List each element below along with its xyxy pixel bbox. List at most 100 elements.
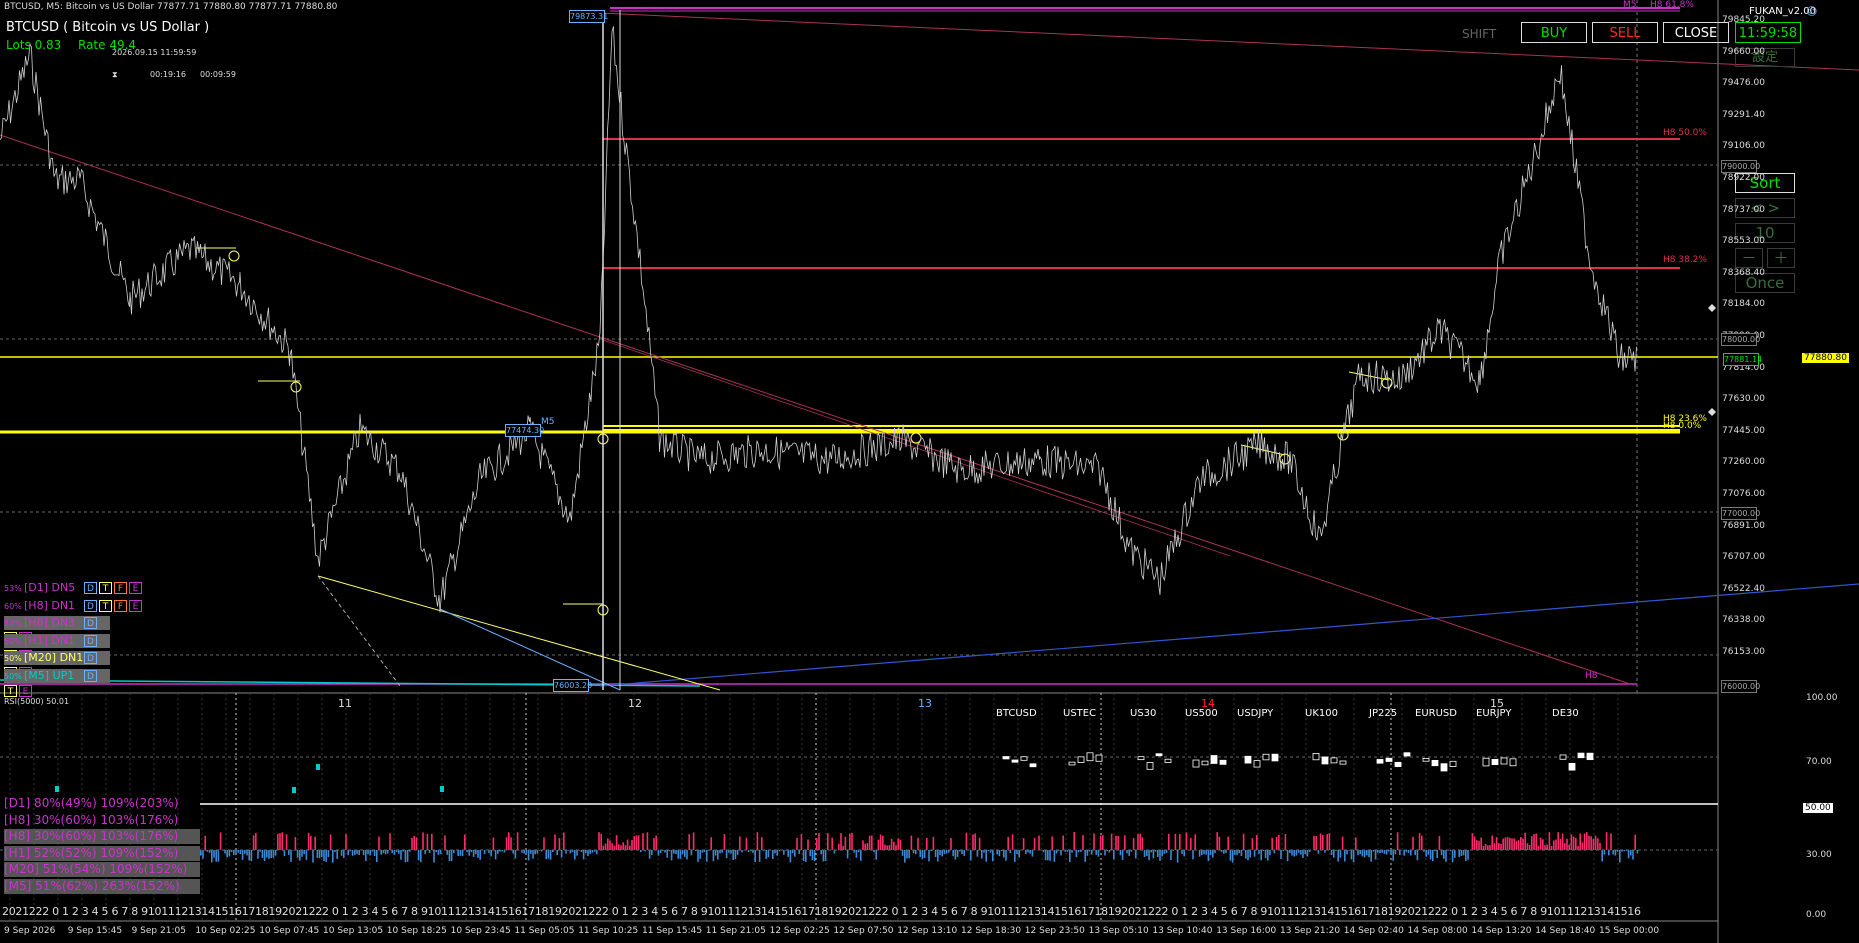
symbol-label[interactable]: US500: [1185, 708, 1218, 719]
rsi-bar: [439, 850, 442, 854]
rsi-bar: [1416, 850, 1419, 861]
symbol-label[interactable]: USDJPY: [1237, 708, 1273, 719]
rsi-bar: [888, 845, 891, 850]
rsi-bar: [635, 835, 638, 850]
buy-button[interactable]: BUY: [1521, 22, 1587, 43]
trend-box-e[interactable]: E: [129, 582, 142, 594]
perf-row: [D1] 80%(49%) 109%(203%): [4, 796, 179, 810]
rsi-bar: [1304, 850, 1306, 854]
rsi-bar: [1256, 834, 1258, 850]
rsi-bar: [756, 832, 759, 850]
symbol-label[interactable]: UK100: [1305, 708, 1338, 719]
rsi-bar: [824, 850, 827, 861]
trend-box-t[interactable]: T: [99, 582, 112, 594]
close-button[interactable]: CLOSE: [1663, 22, 1729, 43]
rsi-bar: [211, 850, 213, 863]
time-axis-label: 14 Sep 02:40: [1343, 926, 1404, 936]
symbol-label[interactable]: JP225: [1369, 708, 1397, 719]
mini-candle: [1385, 757, 1393, 762]
trend-pct: 53%: [4, 584, 22, 593]
symbol-label[interactable]: US30: [1130, 708, 1156, 719]
rsi-bar: [464, 834, 466, 850]
trend-box-t[interactable]: T: [4, 684, 17, 697]
rsi-bar: [1374, 850, 1377, 860]
plus-button[interactable]: ＋: [1767, 248, 1795, 268]
rsi-bar: [1291, 850, 1293, 856]
trend-box-d[interactable]: D: [84, 599, 97, 612]
fib-h8-38: H8 38.2%: [1663, 255, 1707, 265]
trend-box-t[interactable]: T: [99, 599, 112, 612]
rsi-bar: [576, 850, 578, 856]
trend-box-e[interactable]: E: [19, 684, 32, 697]
rsi-bar: [778, 850, 781, 852]
rsi-bar: [246, 850, 248, 856]
rsi-bar: [758, 850, 761, 862]
chart-canvas[interactable]: [0, 0, 1859, 943]
rsi-bar: [875, 850, 877, 860]
rsi-bar: [1337, 850, 1339, 862]
trend-box-d[interactable]: D: [84, 617, 97, 629]
rsi-bar: [1313, 835, 1315, 850]
rsi-bar: [890, 838, 893, 850]
rsi-bar: [919, 850, 921, 857]
shift-label[interactable]: SHIFT: [1462, 27, 1496, 41]
trend-box-d[interactable]: D: [84, 582, 97, 594]
rsi-bar: [268, 850, 270, 859]
trend-box-d[interactable]: D: [84, 652, 97, 664]
rsi-bar: [754, 850, 756, 863]
rsi-bar: [1201, 850, 1203, 856]
rsi-bar: [1605, 832, 1608, 850]
trend-box-e[interactable]: E: [129, 599, 142, 612]
rsi-bar: [1478, 841, 1480, 850]
rsi-bar: [1471, 833, 1474, 850]
rsi-bar: [580, 850, 583, 852]
rsi-bar: [1049, 850, 1051, 861]
rsi-bar: [1209, 850, 1212, 855]
mini-candle: [1095, 754, 1103, 762]
trend-box-f[interactable]: F: [114, 599, 127, 612]
rsi-bar: [310, 836, 312, 850]
time-axis-label: 11 Sep 21:05: [705, 926, 766, 936]
fib-h8-top: H8 61.8%: [1650, 0, 1694, 10]
rsi-bar: [1099, 835, 1102, 850]
rsi-bar: [574, 850, 576, 860]
rsi-bar: [1429, 850, 1432, 860]
rsi-bar: [1586, 832, 1588, 850]
rsi-bar: [1071, 850, 1073, 853]
rsi-bar: [917, 837, 919, 850]
symbol-label[interactable]: DE30: [1552, 708, 1579, 719]
symbol-label[interactable]: USTEC: [1063, 708, 1096, 719]
rsi-bar: [1335, 850, 1337, 851]
rsi-bar: [1102, 835, 1104, 850]
minus-button[interactable]: －: [1735, 248, 1763, 268]
rsi-bar: [1610, 833, 1612, 850]
rsi-bar: [1555, 839, 1557, 850]
rsi-bar: [1124, 835, 1126, 850]
rsi-bar: [1511, 838, 1513, 850]
trend-box-f[interactable]: F: [114, 582, 127, 594]
symbol-label[interactable]: BTCUSD: [996, 708, 1037, 719]
tag-76000: 76000.00: [1721, 680, 1761, 693]
sell-button[interactable]: SELL: [1592, 22, 1658, 43]
trend-pct: 50%: [4, 671, 22, 681]
rsi-bar: [393, 850, 396, 855]
rsi-bar: [1163, 850, 1166, 854]
date-marker-13: 13: [918, 697, 932, 710]
symbol-label[interactable]: EURJPY: [1476, 708, 1511, 719]
rsi-bar: [1084, 850, 1086, 862]
rsi-bar: [1487, 845, 1489, 850]
rsi-bar: [664, 850, 666, 853]
rsi-bar: [615, 835, 618, 850]
trend-box-d[interactable]: D: [84, 634, 97, 647]
rsi-bar: [301, 850, 303, 857]
trend-box-d[interactable]: D: [84, 669, 97, 682]
rsi-bar: [303, 850, 305, 855]
rsi-bar: [699, 850, 701, 859]
symbol-label[interactable]: EURUSD: [1415, 708, 1457, 719]
rsi-bar: [1432, 850, 1434, 862]
rsi-bar: [684, 850, 686, 857]
rsi-bar: [1095, 850, 1097, 855]
rsi-bar: [1033, 837, 1036, 850]
rsi-bar: [1253, 850, 1256, 857]
high-price-tag: 79873.31: [569, 10, 609, 23]
